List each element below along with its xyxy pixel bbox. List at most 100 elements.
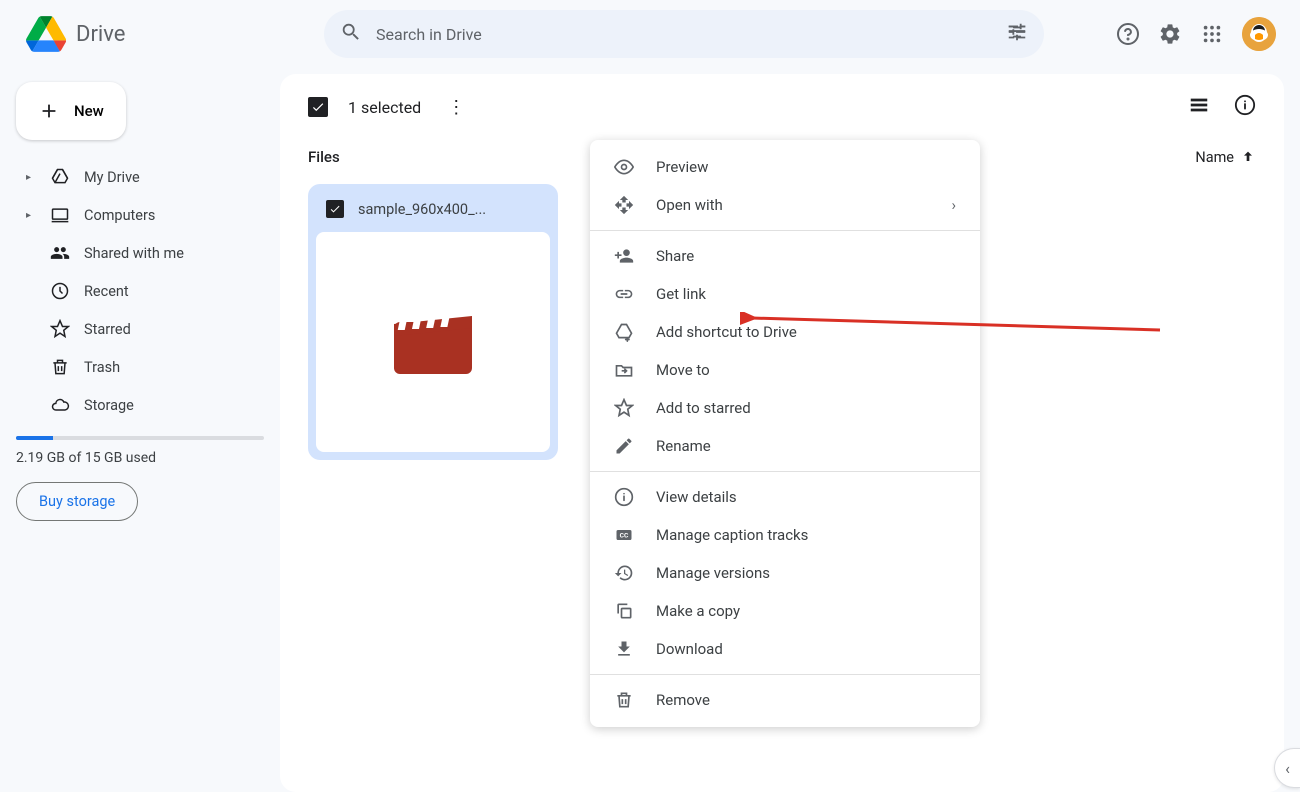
menu-item-label: View details [656, 488, 737, 506]
video-file-icon [394, 310, 472, 374]
move-icon [614, 360, 634, 380]
menu-item-label: Move to [656, 361, 710, 379]
menu-divider [590, 471, 980, 472]
menu-item-add-starred[interactable]: Add to starred [590, 389, 980, 427]
eye-icon [614, 157, 634, 177]
buy-storage-button[interactable]: Buy storage [16, 482, 138, 521]
menu-item-move-to[interactable]: Move to [590, 351, 980, 389]
star-icon [50, 319, 70, 339]
shortcut-icon [614, 322, 634, 342]
arrow-up-icon [1240, 149, 1256, 165]
sidebar-item-storage[interactable]: ▸ Storage [16, 386, 264, 424]
menu-item-add-shortcut[interactable]: Add shortcut to Drive [590, 313, 980, 351]
rename-icon [614, 436, 634, 456]
menu-item-label: Manage caption tracks [656, 526, 808, 544]
help-icon[interactable] [1116, 22, 1140, 46]
sidebar-item-starred[interactable]: ▸ Starred [16, 310, 264, 348]
menu-item-get-link[interactable]: Get link [590, 275, 980, 313]
search-icon [340, 21, 362, 47]
chevron-right-icon: › [951, 196, 956, 214]
sort-label-text: Name [1195, 149, 1234, 166]
person-add-icon [614, 246, 634, 266]
sidebar-item-label: Starred [84, 321, 131, 338]
menu-item-label: Open with [656, 196, 723, 214]
apps-icon[interactable] [1200, 22, 1224, 46]
menu-item-open-with[interactable]: Open with › [590, 186, 980, 224]
drive-logo-icon [26, 16, 66, 52]
account-avatar[interactable] [1242, 17, 1276, 51]
menu-item-view-details[interactable]: View details [590, 478, 980, 516]
info-icon [614, 487, 634, 507]
download-icon [614, 639, 634, 659]
sidebar-item-shared[interactable]: ▸ Shared with me [16, 234, 264, 272]
menu-item-copy[interactable]: Make a copy [590, 592, 980, 630]
file-thumbnail [316, 232, 550, 452]
drive-icon [50, 167, 70, 187]
sidebar-item-label: Shared with me [84, 245, 184, 262]
section-title: Files [308, 148, 340, 166]
svg-text:CC: CC [620, 532, 629, 540]
menu-item-label: Add to starred [656, 399, 751, 417]
info-icon[interactable] [1234, 94, 1256, 120]
logo-area[interactable]: Drive [16, 16, 296, 52]
sidebar-item-label: Storage [84, 397, 134, 414]
menu-item-versions[interactable]: Manage versions [590, 554, 980, 592]
sidebar-item-computers[interactable]: ▸ Computers [16, 196, 264, 234]
search-bar[interactable] [324, 10, 1044, 58]
more-actions-button[interactable]: ⋮ [441, 97, 471, 118]
sort-button[interactable]: Name [1195, 149, 1256, 166]
history-icon [614, 563, 634, 583]
menu-item-label: Rename [656, 437, 711, 455]
context-menu: Preview Open with › Share Get link Add s… [590, 140, 980, 727]
clock-icon [50, 281, 70, 301]
list-view-icon[interactable] [1188, 94, 1210, 120]
sidebar-item-trash[interactable]: ▸ Trash [16, 348, 264, 386]
link-icon [614, 284, 634, 304]
file-checkbox[interactable] [326, 200, 344, 218]
select-all-checkbox[interactable] [308, 97, 328, 117]
new-button[interactable]: New [16, 82, 126, 140]
selection-toolbar: 1 selected ⋮ [308, 94, 1256, 120]
menu-item-label: Add shortcut to Drive [656, 323, 797, 341]
cc-icon: CC [614, 525, 634, 545]
sidebar-item-label: Recent [84, 283, 129, 300]
file-name: sample_960x400_... [358, 201, 486, 218]
menu-divider [590, 674, 980, 675]
sidebar-item-label: Trash [84, 359, 120, 376]
new-button-label: New [74, 102, 104, 120]
menu-item-remove[interactable]: Remove [590, 681, 980, 719]
storage-bar [16, 436, 264, 440]
header: Drive [0, 0, 1300, 74]
settings-icon[interactable] [1158, 22, 1182, 46]
copy-icon [614, 601, 634, 621]
menu-divider [590, 230, 980, 231]
menu-item-label: Share [656, 247, 694, 265]
cloud-icon [50, 395, 70, 415]
sidebar-item-label: Computers [84, 207, 155, 224]
search-options-icon[interactable] [1006, 21, 1028, 47]
sidebar: New ▸ My Drive ▸ Computers ▸ Shared with… [0, 74, 280, 792]
sidebar-item-recent[interactable]: ▸ Recent [16, 272, 264, 310]
selected-count: 1 selected [348, 98, 421, 117]
computer-icon [50, 205, 70, 225]
menu-item-preview[interactable]: Preview [590, 148, 980, 186]
storage-text: 2.19 GB of 15 GB used [16, 450, 264, 466]
app-title: Drive [76, 22, 125, 47]
sidebar-item-my-drive[interactable]: ▸ My Drive [16, 158, 264, 196]
file-card[interactable]: sample_960x400_... [308, 184, 558, 460]
sidebar-item-label: My Drive [84, 169, 140, 186]
menu-item-label: Manage versions [656, 564, 770, 582]
menu-item-rename[interactable]: Rename [590, 427, 980, 465]
plus-icon [38, 100, 60, 122]
menu-item-label: Make a copy [656, 602, 740, 620]
menu-item-download[interactable]: Download [590, 630, 980, 668]
menu-item-share[interactable]: Share [590, 237, 980, 275]
menu-item-captions[interactable]: CC Manage caption tracks [590, 516, 980, 554]
search-input[interactable] [376, 25, 1006, 44]
trash-icon [50, 357, 70, 377]
menu-item-label: Get link [656, 285, 706, 303]
star-icon [614, 398, 634, 418]
menu-item-label: Download [656, 640, 723, 658]
header-actions [1116, 17, 1284, 51]
menu-item-label: Preview [656, 158, 708, 176]
